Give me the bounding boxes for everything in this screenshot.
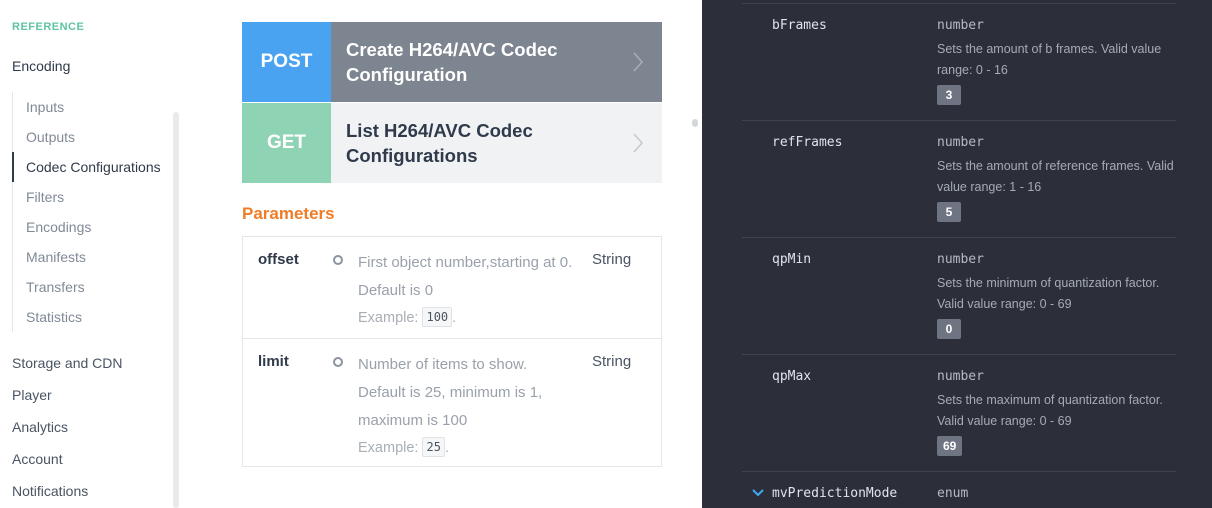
field-description: Sets the minimum of quantization factor.… xyxy=(937,276,1160,311)
method-badge-post: POST xyxy=(242,22,331,102)
subnav-item-manifests[interactable]: Manifests xyxy=(13,242,182,272)
param-type: String xyxy=(592,353,632,370)
endpoint-body: List H264/AVC Codec Configurations xyxy=(331,103,662,183)
subnav-item-encodings[interactable]: Encodings xyxy=(13,212,182,242)
circle-outline-icon xyxy=(333,255,343,265)
example-label: Example: xyxy=(358,310,419,326)
content-scrollbar[interactable] xyxy=(692,119,698,127)
parameters-heading: Parameters xyxy=(242,204,335,223)
field-name: bFrames xyxy=(772,18,827,33)
subnav-item-statistics[interactable]: Statistics xyxy=(13,302,182,332)
schema-panel: bFrames number Sets the amount of b fram… xyxy=(702,0,1212,508)
endpoint-title: Create H264/AVC Codec Configuration xyxy=(346,39,558,85)
sidebar-scrollbar[interactable] xyxy=(173,112,179,508)
table-row: offset First object number,starting at 0… xyxy=(243,237,661,338)
encoding-subnav: Inputs Outputs Codec Configurations Filt… xyxy=(12,92,182,332)
subnav-item-inputs[interactable]: Inputs xyxy=(13,92,182,122)
parameters-table: offset First object number,starting at 0… xyxy=(242,236,662,467)
sidebar: REFERENCE Encoding Inputs Outputs Codec … xyxy=(0,0,200,508)
endpoint-title: List H264/AVC Codec Configurations xyxy=(346,120,533,166)
field-type: number xyxy=(937,18,984,33)
default-value-badge: 69 xyxy=(937,436,963,456)
example-label: Example: xyxy=(358,440,419,456)
table-row: limit Number of items to show. Default i… xyxy=(243,338,661,466)
nav-item-notifications[interactable]: Notifications xyxy=(12,475,123,507)
nav-item-player[interactable]: Player xyxy=(12,379,123,411)
field-name: mvPredictionMode xyxy=(772,486,898,501)
field-type: number xyxy=(937,369,984,384)
param-description-text: First object number,starting at 0. Defau… xyxy=(358,254,573,299)
param-description: First object number,starting at 0. Defau… xyxy=(358,249,578,331)
nav-item-account[interactable]: Account xyxy=(12,443,123,475)
default-value-badge: 0 xyxy=(937,319,961,339)
schema-field-bframes: bFrames number Sets the amount of b fram… xyxy=(742,3,1176,120)
schema-field-mvpredictionmode[interactable]: mvPredictionMode enum xyxy=(742,471,1176,508)
subnav-item-filters[interactable]: Filters xyxy=(13,182,182,212)
example-suffix: . xyxy=(444,440,449,456)
param-name: limit xyxy=(258,353,289,370)
default-value-badge: 5 xyxy=(937,202,961,222)
field-name: refFrames xyxy=(772,135,843,150)
subnav-item-outputs[interactable]: Outputs xyxy=(13,122,182,152)
field-description: Sets the amount of reference frames. Val… xyxy=(937,159,1174,194)
field-type: enum xyxy=(937,486,969,501)
field-name: qpMax xyxy=(772,369,812,384)
schema-field-refframes: refFrames number Sets the amount of refe… xyxy=(742,120,1176,237)
endpoint-list-h264-configs[interactable]: GET List H264/AVC Codec Configurations xyxy=(242,103,662,183)
param-example: Example: 25. xyxy=(358,435,578,461)
main-nav: Storage and CDN Player Analytics Account… xyxy=(12,347,123,507)
circle-outline-icon xyxy=(333,357,343,367)
schema-field-qpmin: qpMin number Sets the minimum of quantiz… xyxy=(742,237,1176,354)
example-value: 25 xyxy=(422,437,445,457)
param-description-text: Number of items to show. Default is 25, … xyxy=(358,356,543,429)
chevron-right-icon xyxy=(633,133,644,153)
schema-field-qpmax: qpMax number Sets the maximum of quantiz… xyxy=(742,354,1176,471)
endpoint-create-h264-config[interactable]: POST Create H264/AVC Codec Configuration xyxy=(242,22,662,102)
field-type: number xyxy=(937,135,984,150)
nav-item-storage-and-cdn[interactable]: Storage and CDN xyxy=(12,347,123,379)
reference-label: REFERENCE xyxy=(12,21,85,33)
field-description: Sets the maximum of quantization factor.… xyxy=(937,393,1163,428)
subnav-item-codec-configurations[interactable]: Codec Configurations xyxy=(12,152,182,182)
nav-item-analytics[interactable]: Analytics xyxy=(12,411,123,443)
param-name: offset xyxy=(258,251,299,268)
chevron-right-icon xyxy=(633,52,644,72)
chevron-down-icon[interactable] xyxy=(751,488,765,498)
subnav-item-transfers[interactable]: Transfers xyxy=(13,272,182,302)
sidebar-section-encoding[interactable]: Encoding xyxy=(12,58,70,74)
example-value: 100 xyxy=(422,307,453,327)
field-type: number xyxy=(937,252,984,267)
field-name: qpMin xyxy=(772,252,812,267)
method-badge-get: GET xyxy=(242,103,331,183)
endpoint-body: Create H264/AVC Codec Configuration xyxy=(331,22,662,102)
param-example: Example: 100. xyxy=(358,305,578,331)
field-description: Sets the amount of b frames. Valid value… xyxy=(937,42,1162,77)
example-suffix: . xyxy=(452,310,457,326)
param-type: String xyxy=(592,251,632,268)
default-value-badge: 3 xyxy=(937,85,961,105)
param-description: Number of items to show. Default is 25, … xyxy=(358,351,578,461)
